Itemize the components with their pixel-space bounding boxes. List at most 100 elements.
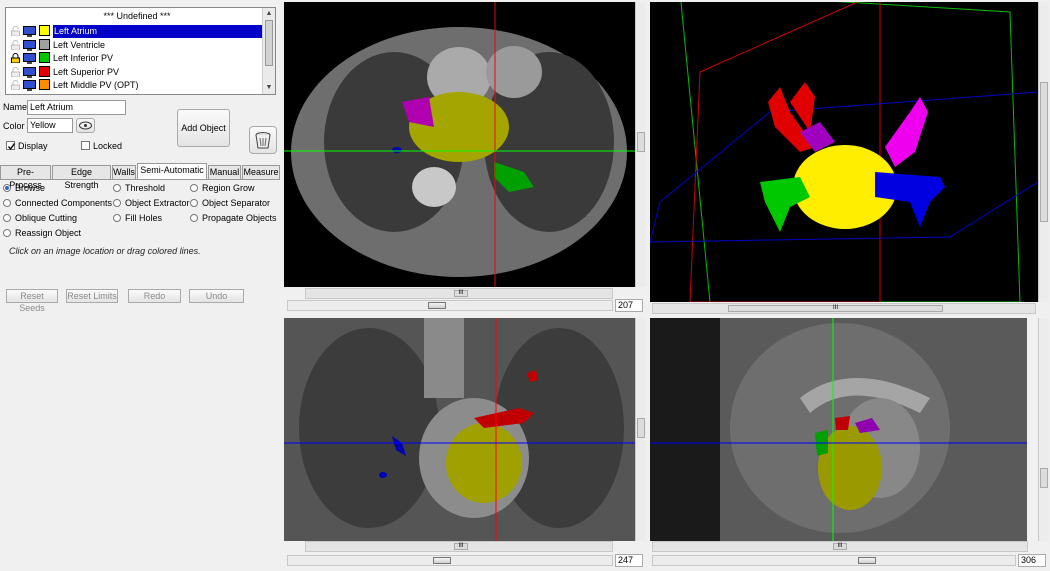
- locked-label: Locked: [93, 141, 123, 151]
- slider-knob[interactable]: [858, 557, 876, 564]
- axial-image[interactable]: [284, 2, 635, 287]
- scroll-thumb[interactable]: [637, 418, 645, 438]
- unlock-icon[interactable]: [11, 80, 20, 91]
- tool-label[interactable]: Reassign Object: [15, 228, 81, 238]
- tool-label[interactable]: Connected Components: [15, 198, 112, 208]
- scroll-thumb[interactable]: [637, 132, 645, 152]
- tool-radio[interactable]: [113, 214, 121, 222]
- color-picker-button[interactable]: [76, 118, 95, 133]
- monitor-icon[interactable]: [23, 53, 36, 64]
- coronal-horizontal-scrollbar[interactable]: III: [305, 541, 613, 552]
- lock-icon[interactable]: [11, 53, 20, 64]
- monitor-icon[interactable]: [23, 66, 36, 78]
- redo-button[interactable]: Redo: [128, 289, 181, 303]
- tool-label[interactable]: Region Grow: [202, 183, 255, 193]
- scroll-thumb[interactable]: [265, 20, 273, 66]
- object-list[interactable]: *** Undefined *** Left Atrium Left Ventri…: [5, 7, 276, 95]
- coronal-vertical-scrollbar[interactable]: [635, 318, 646, 541]
- add-object-button[interactable]: Add Object: [177, 109, 230, 147]
- tab-measure[interactable]: Measure: [242, 165, 280, 179]
- coronal-slice-number[interactable]: 247: [615, 554, 643, 567]
- object-color-swatch[interactable]: [39, 65, 50, 77]
- reset-limits-button[interactable]: Reset Limits: [66, 289, 118, 303]
- slider-knob[interactable]: [428, 302, 446, 309]
- object-list-scrollbar[interactable]: ▲ ▼: [262, 8, 275, 94]
- coronal-slice-slider[interactable]: [287, 555, 613, 566]
- tool-label[interactable]: Browse: [15, 183, 45, 193]
- tool-radio[interactable]: [3, 184, 11, 192]
- unlock-icon[interactable]: [11, 66, 20, 77]
- scroll-up-arrow-icon[interactable]: ▲: [263, 8, 275, 19]
- monitor-icon[interactable]: [23, 39, 36, 51]
- scroll-grip[interactable]: III: [728, 305, 943, 312]
- scroll-grip[interactable]: III: [454, 290, 468, 297]
- tool-radio[interactable]: [113, 199, 121, 207]
- 3d-render[interactable]: [650, 2, 1038, 302]
- object-list-item[interactable]: Left Middle PV (OPT): [6, 79, 268, 92]
- object-color-swatch[interactable]: [39, 52, 50, 63]
- tab-edge-strength[interactable]: Edge Strength: [52, 165, 111, 190]
- monitor-icon[interactable]: [23, 80, 36, 91]
- name-field[interactable]: Left Atrium: [27, 100, 126, 115]
- scroll-thumb[interactable]: [1040, 468, 1048, 488]
- delete-object-button[interactable]: [249, 126, 277, 154]
- axial-slice-slider[interactable]: [287, 300, 613, 311]
- tool-label[interactable]: Object Separator: [202, 198, 270, 208]
- tool-radio[interactable]: [3, 214, 11, 222]
- 3d-vertical-scrollbar[interactable]: [1038, 2, 1049, 302]
- tool-label[interactable]: Object Extractor: [125, 198, 190, 208]
- undefined-object-item[interactable]: *** Undefined ***: [6, 11, 268, 21]
- object-color-swatch[interactable]: [39, 38, 50, 50]
- tool-radio[interactable]: [190, 184, 198, 192]
- object-list-item-label: Left Atrium: [53, 25, 266, 38]
- 3d-horizontal-scrollbar[interactable]: III: [652, 303, 1036, 314]
- checkmark-icon: [6, 141, 16, 151]
- tab-pre-process[interactable]: Pre-Process: [0, 165, 51, 190]
- sagittal-slice-slider[interactable]: [652, 555, 1016, 566]
- axial-view[interactable]: [284, 2, 635, 287]
- reset-seeds-button[interactable]: Reset Seeds: [6, 289, 58, 313]
- slider-knob[interactable]: [433, 557, 451, 564]
- scroll-grip[interactable]: III: [833, 543, 847, 550]
- scroll-thumb[interactable]: [1040, 82, 1048, 222]
- tool-label[interactable]: Threshold: [125, 183, 165, 193]
- object-color-swatch[interactable]: [39, 79, 50, 90]
- scroll-grip[interactable]: III: [454, 543, 468, 550]
- object-list-item[interactable]: Left Superior PV: [6, 65, 268, 79]
- object-color-swatch[interactable]: [39, 25, 50, 36]
- object-list-item-label: Left Middle PV (OPT): [53, 80, 139, 90]
- display-checkbox[interactable]: [6, 141, 16, 152]
- sagittal-image[interactable]: [650, 318, 1027, 541]
- coronal-view[interactable]: [284, 318, 635, 541]
- tool-radio[interactable]: [190, 199, 198, 207]
- unlock-icon[interactable]: [11, 26, 20, 37]
- scroll-down-arrow-icon[interactable]: ▼: [263, 82, 275, 93]
- sagittal-slice-number[interactable]: 306: [1018, 554, 1046, 567]
- tool-label[interactable]: Fill Holes: [125, 213, 162, 223]
- object-list-item[interactable]: Left Ventricle: [6, 38, 268, 52]
- sagittal-horizontal-scrollbar[interactable]: III: [652, 541, 1028, 552]
- tab-manual[interactable]: Manual: [208, 165, 241, 179]
- tool-radio[interactable]: [3, 199, 11, 207]
- tool-label[interactable]: Oblique Cutting: [15, 213, 77, 223]
- axial-slice-number[interactable]: 207: [615, 299, 643, 312]
- axial-vertical-scrollbar[interactable]: [635, 2, 646, 287]
- tool-radio[interactable]: [113, 184, 121, 192]
- tab-semi-automatic[interactable]: Semi-Automatic: [137, 163, 207, 180]
- coronal-image[interactable]: [284, 318, 635, 541]
- color-field[interactable]: Yellow: [27, 118, 73, 133]
- sagittal-vertical-scrollbar[interactable]: [1038, 318, 1049, 541]
- undo-button[interactable]: Undo: [189, 289, 244, 303]
- monitor-icon[interactable]: [23, 26, 36, 37]
- object-list-item[interactable]: Left Atrium: [6, 25, 268, 38]
- unlock-icon[interactable]: [11, 39, 20, 50]
- 3d-view[interactable]: [650, 2, 1038, 302]
- tool-radio[interactable]: [3, 229, 11, 237]
- tool-label[interactable]: Propagate Objects: [202, 213, 277, 223]
- locked-checkbox[interactable]: [81, 141, 90, 152]
- sagittal-view[interactable]: [650, 318, 1027, 541]
- object-list-item[interactable]: Left Inferior PV: [6, 52, 268, 65]
- tab-walls[interactable]: Walls: [112, 165, 136, 179]
- tool-radio[interactable]: [190, 214, 198, 222]
- axial-horizontal-scrollbar[interactable]: III: [305, 288, 613, 299]
